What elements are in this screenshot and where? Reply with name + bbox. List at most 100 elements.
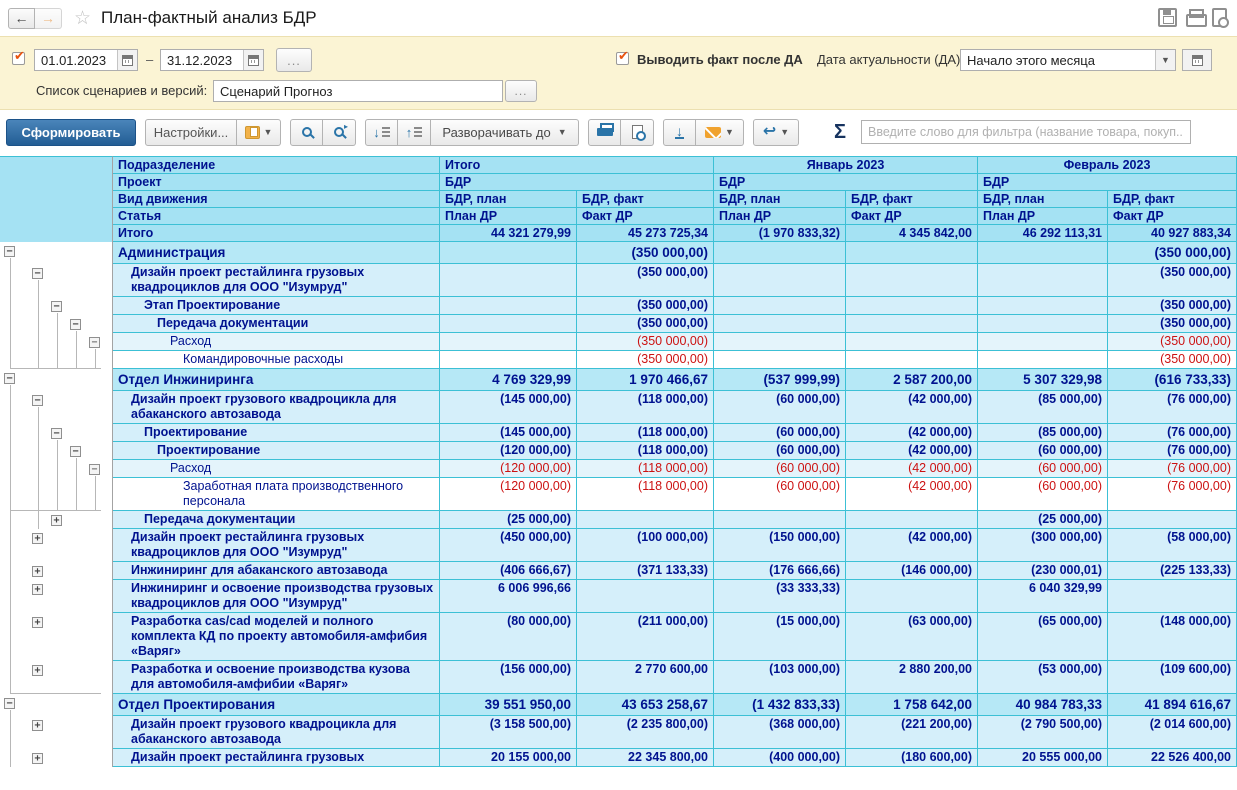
row-value-cell[interactable] <box>577 580 714 613</box>
row-value-cell[interactable]: (156 000,00) <box>440 661 577 694</box>
row-label[interactable]: Инжиниринг и освоение производства грузо… <box>113 580 440 613</box>
row-value-cell[interactable] <box>846 511 978 529</box>
row-label[interactable]: Командировочные расходы <box>113 351 440 369</box>
row-value-cell[interactable]: (60 000,00) <box>714 442 846 460</box>
row-value-cell[interactable]: (350 000,00) <box>1108 333 1237 351</box>
generate-button[interactable]: Сформировать <box>6 118 136 146</box>
period-to-value[interactable]: 31.12.2023 <box>161 53 243 68</box>
period-from-calendar-button[interactable] <box>117 50 137 70</box>
row-value-cell[interactable]: (76 000,00) <box>1108 478 1237 511</box>
row-value-cell[interactable] <box>1108 580 1237 613</box>
search-button[interactable] <box>290 118 323 146</box>
row-value-cell[interactable] <box>846 351 978 369</box>
row-value-cell[interactable]: (85 000,00) <box>978 391 1108 424</box>
row-value-cell[interactable]: (118 000,00) <box>577 478 714 511</box>
row-expand-button[interactable]: + <box>32 584 43 595</box>
row-value-cell[interactable]: (3 158 500,00) <box>440 716 577 749</box>
row-value-cell[interactable]: 2 880 200,00 <box>846 661 978 694</box>
row-value-cell[interactable]: (60 000,00) <box>714 478 846 511</box>
row-value-cell[interactable]: 22 526 400,00 <box>1108 749 1237 767</box>
row-value-cell[interactable]: (148 000,00) <box>1108 613 1237 661</box>
scenario-more-button[interactable]: ... <box>505 80 537 102</box>
row-value-cell[interactable]: (60 000,00) <box>714 460 846 478</box>
row-value-cell[interactable]: (60 000,00) <box>978 442 1108 460</box>
row-value-cell[interactable]: (25 000,00) <box>978 511 1108 529</box>
row-value-cell[interactable] <box>978 297 1108 315</box>
row-label[interactable]: Дизайн проект рестайлинга грузовых квадр… <box>113 529 440 562</box>
row-value-cell[interactable]: (85 000,00) <box>978 424 1108 442</box>
row-collapse-button[interactable]: − <box>89 337 100 348</box>
expand-groups-button[interactable]: ↑ <box>398 118 431 146</box>
row-value-cell[interactable]: 39 551 950,00 <box>440 694 577 716</box>
row-label[interactable]: Отдел Инжиниринга <box>113 369 440 391</box>
da-dropdown-button[interactable]: ▼ <box>1155 50 1175 70</box>
fact-after-da-checkbox[interactable] <box>616 48 629 65</box>
row-value-cell[interactable]: (2 235 800,00) <box>577 716 714 749</box>
row-value-cell[interactable]: (400 000,00) <box>714 749 846 767</box>
row-label[interactable]: Передача документации <box>113 315 440 333</box>
row-value-cell[interactable] <box>714 264 846 297</box>
row-value-cell[interactable]: (109 600,00) <box>1108 661 1237 694</box>
row-value-cell[interactable]: (76 000,00) <box>1108 391 1237 424</box>
grand-total-cell[interactable]: 45 273 725,34 <box>577 225 714 242</box>
row-value-cell[interactable]: (350 000,00) <box>577 264 714 297</box>
row-value-cell[interactable]: (350 000,00) <box>1108 315 1237 333</box>
row-value-cell[interactable]: 40 984 783,33 <box>978 694 1108 716</box>
row-value-cell[interactable]: (118 000,00) <box>577 391 714 424</box>
row-expand-button[interactable]: + <box>32 665 43 676</box>
row-value-cell[interactable]: (616 733,33) <box>1108 369 1237 391</box>
row-value-cell[interactable]: 6 040 329,99 <box>978 580 1108 613</box>
row-value-cell[interactable]: (120 000,00) <box>440 460 577 478</box>
row-value-cell[interactable]: (53 000,00) <box>978 661 1108 694</box>
row-value-cell[interactable]: (118 000,00) <box>577 460 714 478</box>
row-value-cell[interactable]: (76 000,00) <box>1108 424 1237 442</box>
row-value-cell[interactable] <box>440 351 577 369</box>
row-value-cell[interactable]: (103 000,00) <box>714 661 846 694</box>
row-collapse-button[interactable]: − <box>4 373 15 384</box>
row-value-cell[interactable]: 6 006 996,66 <box>440 580 577 613</box>
grand-total-cell[interactable]: (1 970 833,32) <box>714 225 846 242</box>
row-value-cell[interactable]: (350 000,00) <box>1108 351 1237 369</box>
row-value-cell[interactable]: (60 000,00) <box>714 424 846 442</box>
row-collapse-button[interactable]: − <box>4 246 15 257</box>
row-value-cell[interactable]: 5 307 329,98 <box>978 369 1108 391</box>
row-label[interactable]: Инжиниринг для абаканского автозавода <box>113 562 440 580</box>
row-value-cell[interactable]: 41 894 616,67 <box>1108 694 1237 716</box>
row-value-cell[interactable]: 22 345 800,00 <box>577 749 714 767</box>
row-value-cell[interactable] <box>978 315 1108 333</box>
row-value-cell[interactable]: (180 600,00) <box>846 749 978 767</box>
period-from-value[interactable]: 01.01.2023 <box>35 53 117 68</box>
row-expand-button[interactable]: + <box>32 533 43 544</box>
row-value-cell[interactable]: (100 000,00) <box>577 529 714 562</box>
row-value-cell[interactable] <box>978 264 1108 297</box>
row-value-cell[interactable]: (76 000,00) <box>1108 442 1237 460</box>
row-value-cell[interactable]: (211 000,00) <box>577 613 714 661</box>
row-value-cell[interactable]: (145 000,00) <box>440 424 577 442</box>
row-collapse-button[interactable]: − <box>32 268 43 279</box>
row-value-cell[interactable] <box>978 242 1108 264</box>
row-value-cell[interactable] <box>440 333 577 351</box>
row-value-cell[interactable]: (146 000,00) <box>846 562 978 580</box>
row-label[interactable]: Дизайн проект грузового квадроцикла для … <box>113 391 440 424</box>
row-expand-button[interactable]: + <box>32 720 43 731</box>
collapse-groups-button[interactable]: ↓ <box>365 118 398 146</box>
row-value-cell[interactable] <box>846 580 978 613</box>
row-value-cell[interactable]: (60 000,00) <box>714 391 846 424</box>
row-value-cell[interactable]: (60 000,00) <box>978 478 1108 511</box>
row-label[interactable]: Расход <box>113 460 440 478</box>
row-value-cell[interactable]: (1 432 833,33) <box>714 694 846 716</box>
row-value-cell[interactable] <box>714 351 846 369</box>
row-value-cell[interactable] <box>978 351 1108 369</box>
row-value-cell[interactable]: (2 790 500,00) <box>978 716 1108 749</box>
row-value-cell[interactable]: (350 000,00) <box>577 315 714 333</box>
row-value-cell[interactable] <box>714 333 846 351</box>
grand-total-cell[interactable]: 40 927 883,34 <box>1108 225 1237 242</box>
da-combo[interactable]: Начало этого месяца ▼ <box>960 49 1176 71</box>
period-to-calendar-button[interactable] <box>243 50 263 70</box>
row-label[interactable]: Дизайн проект рестайлинга грузовых <box>113 749 440 767</box>
row-value-cell[interactable] <box>978 333 1108 351</box>
grand-total-cell[interactable]: 46 292 113,31 <box>978 225 1108 242</box>
scenario-field[interactable]: Сценарий Прогноз <box>213 80 503 102</box>
row-value-cell[interactable]: 20 555 000,00 <box>978 749 1108 767</box>
row-value-cell[interactable]: (25 000,00) <box>440 511 577 529</box>
